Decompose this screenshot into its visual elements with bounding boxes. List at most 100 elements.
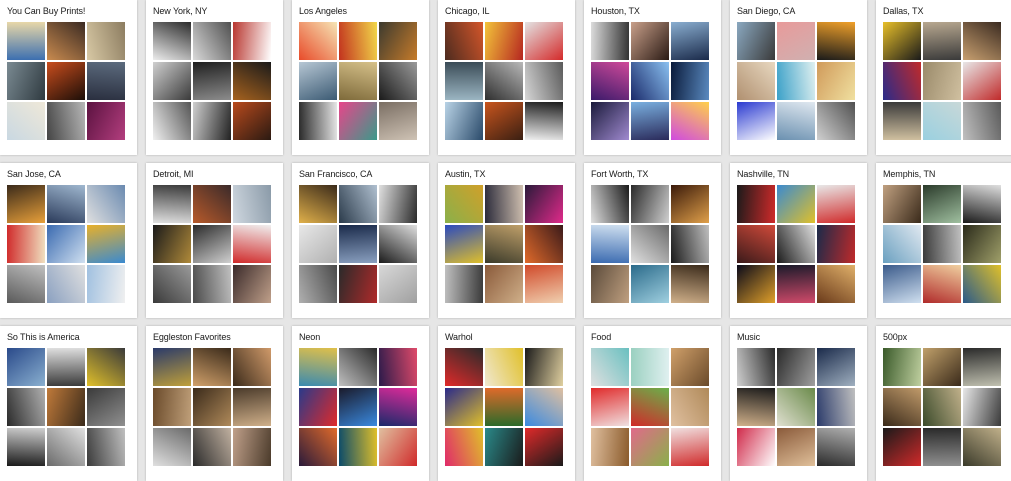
photo-thumbnail[interactable] [233,22,271,60]
photo-thumbnail[interactable] [47,62,85,100]
collection-card[interactable]: Warhol [438,326,575,481]
photo-thumbnail[interactable] [737,388,775,426]
photo-thumbnail[interactable] [379,348,417,386]
photo-thumbnail[interactable] [883,22,921,60]
photo-thumbnail[interactable] [591,348,629,386]
photo-thumbnail[interactable] [153,428,191,466]
photo-thumbnail[interactable] [299,62,337,100]
photo-thumbnail[interactable] [591,388,629,426]
photo-thumbnail[interactable] [47,225,85,263]
photo-thumbnail[interactable] [737,185,775,223]
collection-card[interactable]: Dallas, TX [876,0,1011,155]
photo-thumbnail[interactable] [671,348,709,386]
photo-thumbnail[interactable] [631,428,669,466]
photo-thumbnail[interactable] [591,428,629,466]
photo-thumbnail[interactable] [525,185,563,223]
collection-card[interactable]: Nashville, TN [730,163,867,318]
photo-thumbnail[interactable] [963,265,1001,303]
photo-thumbnail[interactable] [671,428,709,466]
photo-thumbnail[interactable] [299,348,337,386]
photo-thumbnail[interactable] [379,388,417,426]
photo-thumbnail[interactable] [193,388,231,426]
collection-title[interactable]: Detroit, MI [153,169,277,179]
collection-title[interactable]: Eggleston Favorites [153,332,277,342]
collection-title[interactable]: Food [591,332,715,342]
photo-thumbnail[interactable] [817,102,855,140]
photo-thumbnail[interactable] [737,102,775,140]
collection-card[interactable]: Houston, TX [584,0,721,155]
photo-thumbnail[interactable] [47,428,85,466]
photo-thumbnail[interactable] [777,265,815,303]
photo-thumbnail[interactable] [485,185,523,223]
photo-thumbnail[interactable] [817,225,855,263]
photo-thumbnail[interactable] [671,225,709,263]
photo-thumbnail[interactable] [379,428,417,466]
collection-title[interactable]: Nashville, TN [737,169,861,179]
photo-thumbnail[interactable] [299,22,337,60]
photo-thumbnail[interactable] [445,22,483,60]
photo-thumbnail[interactable] [631,388,669,426]
photo-thumbnail[interactable] [47,185,85,223]
photo-thumbnail[interactable] [777,428,815,466]
photo-thumbnail[interactable] [379,102,417,140]
photo-thumbnail[interactable] [7,62,45,100]
collection-card[interactable]: 500px [876,326,1011,481]
photo-thumbnail[interactable] [47,265,85,303]
photo-thumbnail[interactable] [817,348,855,386]
photo-thumbnail[interactable] [591,102,629,140]
photo-thumbnail[interactable] [153,22,191,60]
photo-thumbnail[interactable] [339,22,377,60]
photo-thumbnail[interactable] [923,388,961,426]
photo-thumbnail[interactable] [7,22,45,60]
photo-thumbnail[interactable] [883,348,921,386]
photo-thumbnail[interactable] [923,22,961,60]
photo-thumbnail[interactable] [883,225,921,263]
photo-thumbnail[interactable] [7,225,45,263]
photo-thumbnail[interactable] [591,185,629,223]
photo-thumbnail[interactable] [671,265,709,303]
photo-thumbnail[interactable] [379,185,417,223]
collection-title[interactable]: Fort Worth, TX [591,169,715,179]
photo-thumbnail[interactable] [193,265,231,303]
photo-thumbnail[interactable] [87,225,125,263]
photo-thumbnail[interactable] [7,348,45,386]
collection-title[interactable]: Houston, TX [591,6,715,16]
photo-thumbnail[interactable] [445,102,483,140]
collection-title[interactable]: So This is America [7,332,131,342]
photo-thumbnail[interactable] [87,388,125,426]
photo-thumbnail[interactable] [193,62,231,100]
collection-title[interactable]: Warhol [445,332,569,342]
photo-thumbnail[interactable] [47,22,85,60]
photo-thumbnail[interactable] [87,102,125,140]
photo-thumbnail[interactable] [963,22,1001,60]
photo-thumbnail[interactable] [525,22,563,60]
photo-thumbnail[interactable] [525,348,563,386]
photo-thumbnail[interactable] [817,388,855,426]
photo-thumbnail[interactable] [445,62,483,100]
collection-card[interactable]: So This is America [0,326,137,481]
photo-thumbnail[interactable] [963,225,1001,263]
photo-thumbnail[interactable] [883,102,921,140]
photo-thumbnail[interactable] [817,428,855,466]
photo-thumbnail[interactable] [883,265,921,303]
photo-thumbnail[interactable] [817,185,855,223]
photo-thumbnail[interactable] [153,348,191,386]
photo-thumbnail[interactable] [737,62,775,100]
photo-thumbnail[interactable] [339,62,377,100]
photo-thumbnail[interactable] [485,62,523,100]
photo-thumbnail[interactable] [631,102,669,140]
photo-thumbnail[interactable] [233,428,271,466]
photo-thumbnail[interactable] [737,265,775,303]
photo-thumbnail[interactable] [963,348,1001,386]
photo-thumbnail[interactable] [47,102,85,140]
photo-thumbnail[interactable] [671,388,709,426]
photo-thumbnail[interactable] [883,388,921,426]
photo-thumbnail[interactable] [963,102,1001,140]
collection-title[interactable]: Chicago, IL [445,6,569,16]
photo-thumbnail[interactable] [923,348,961,386]
photo-thumbnail[interactable] [591,62,629,100]
collection-card[interactable]: San Francisco, CA [292,163,429,318]
collection-card[interactable]: Memphis, TN [876,163,1011,318]
photo-thumbnail[interactable] [339,185,377,223]
photo-thumbnail[interactable] [193,22,231,60]
